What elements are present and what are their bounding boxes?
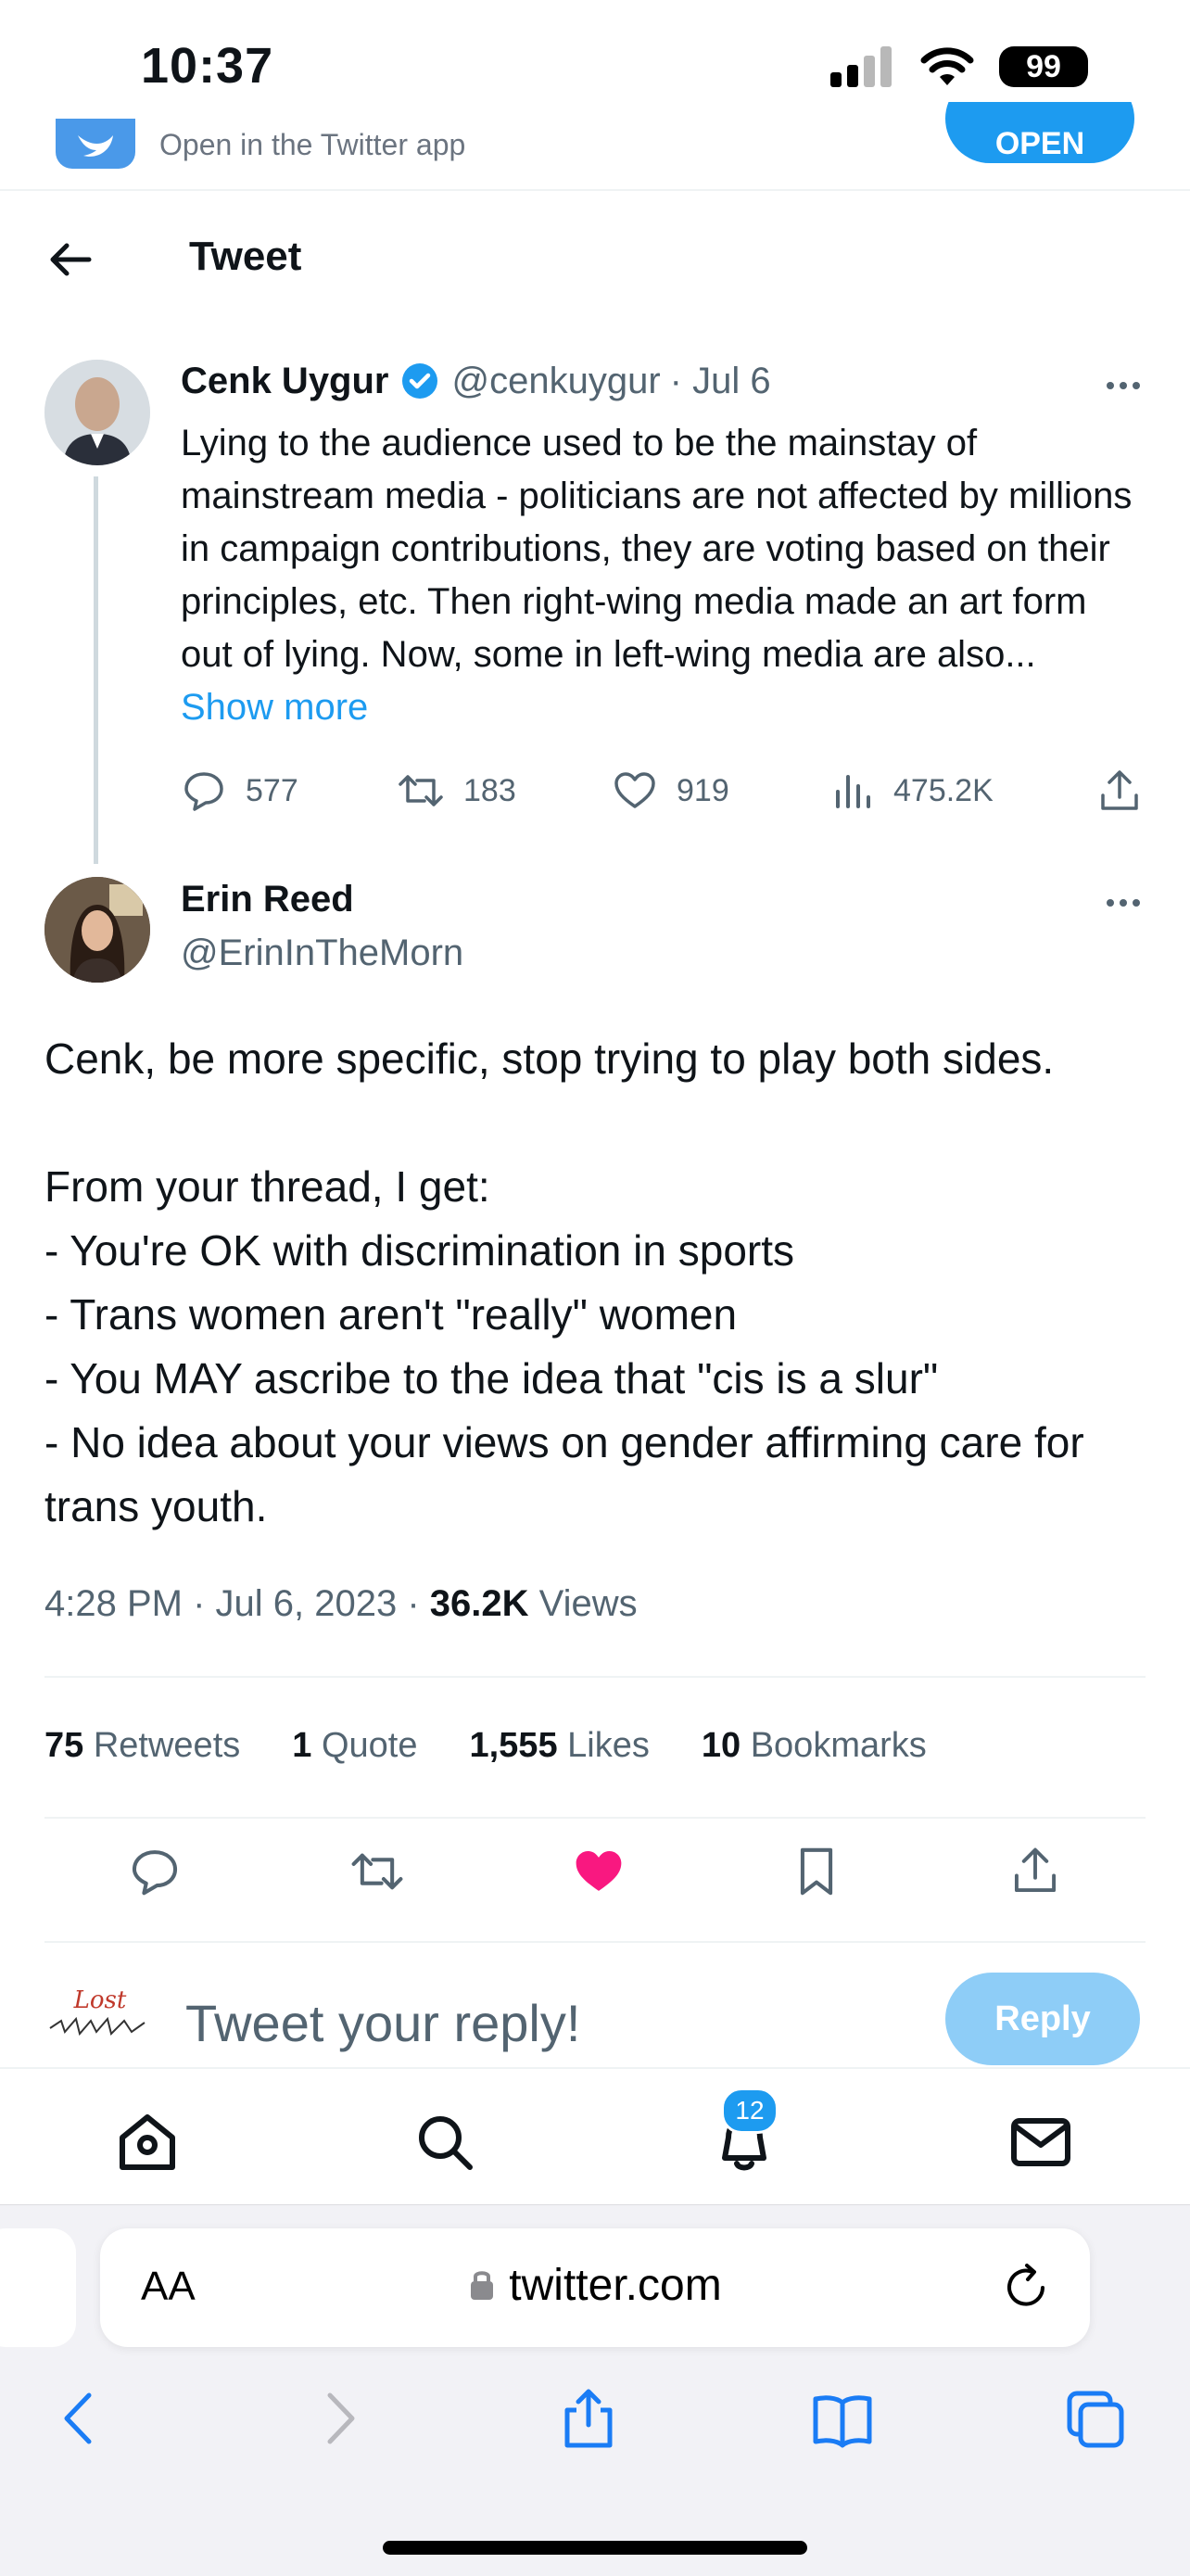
parent-tweet-header: Cenk Uygur @cenkuygur · Jul 6 bbox=[181, 360, 771, 402]
share-icon[interactable] bbox=[1095, 768, 1144, 816]
author-handle[interactable]: @cenkuygur bbox=[452, 361, 661, 402]
reply-user-avatar: Lost bbox=[43, 1980, 154, 2054]
engagement-stats: 75 Retweets 1 Quote 1,555 Likes 10 Bookm… bbox=[44, 1726, 927, 1766]
likes-label: Likes bbox=[567, 1726, 650, 1765]
bookmarks-count: 10 bbox=[701, 1726, 741, 1765]
forward-chevron-icon[interactable] bbox=[306, 2386, 371, 2451]
address-bar[interactable]: AA twitter.com bbox=[100, 2228, 1090, 2347]
back-chevron-icon[interactable] bbox=[48, 2386, 113, 2451]
reload-icon[interactable] bbox=[999, 2260, 1053, 2314]
tweet-line: - No idea about your views on gender aff… bbox=[44, 1418, 1084, 1530]
bottom-tab-bar: 12 bbox=[0, 2067, 1190, 2206]
main-tweet-text: Cenk, be more specific, stop trying to p… bbox=[44, 1027, 1157, 1539]
retweet-count: 183 bbox=[463, 772, 516, 808]
wifi-icon bbox=[920, 47, 974, 85]
divider bbox=[44, 1676, 1146, 1678]
retweet-icon bbox=[399, 775, 443, 806]
analytics-icon bbox=[836, 775, 870, 808]
reply-icon bbox=[184, 772, 223, 811]
previous-tab-card[interactable] bbox=[0, 2228, 76, 2347]
tabs-overview-icon[interactable] bbox=[1062, 2386, 1127, 2451]
verified-badge-icon bbox=[401, 363, 437, 399]
share-icon[interactable] bbox=[1008, 1845, 1062, 1898]
retweet-action[interactable]: 183 bbox=[397, 768, 516, 814]
tweet-body: Lying to the audience used to be the mai… bbox=[181, 423, 1133, 675]
avatar-cenk-uygur[interactable] bbox=[44, 360, 150, 465]
quotes-label: Quote bbox=[321, 1726, 418, 1765]
retweets-label: Retweets bbox=[93, 1726, 241, 1765]
retweets-stat[interactable]: 75 Retweets bbox=[44, 1726, 240, 1766]
tweet-line: - You MAY ascribe to the idea that "cis … bbox=[44, 1354, 939, 1402]
tweet-line bbox=[44, 1091, 1157, 1155]
author-name[interactable]: Erin Reed bbox=[181, 879, 354, 920]
divider bbox=[44, 1817, 1146, 1819]
like-action[interactable]: 919 bbox=[612, 768, 729, 814]
heart-icon bbox=[614, 772, 655, 808]
views-count: 475.2K bbox=[893, 772, 994, 808]
reply-icon[interactable] bbox=[128, 1845, 182, 1898]
url-display[interactable]: twitter.com bbox=[100, 2260, 1090, 2311]
notification-badge: 12 bbox=[721, 2087, 779, 2134]
parent-tweet-text: Lying to the audience used to be the mai… bbox=[181, 417, 1135, 734]
reply-count: 577 bbox=[246, 772, 298, 808]
share-sheet-icon[interactable] bbox=[556, 2386, 621, 2451]
open-in-app-banner[interactable]: Open in the Twitter app OPEN bbox=[0, 102, 1190, 191]
open-in-app-text: Open in the Twitter app bbox=[159, 128, 466, 161]
lock-icon bbox=[471, 2271, 494, 2300]
battery-indicator: 99 bbox=[999, 46, 1088, 87]
tweet-line: - You're OK with discrimination in sport… bbox=[44, 1226, 795, 1275]
messages-envelope-icon[interactable] bbox=[1008, 2110, 1073, 2175]
likes-stat[interactable]: 1,555 Likes bbox=[469, 1726, 649, 1766]
views-label: Views bbox=[538, 1583, 638, 1624]
tweet-line: Cenk, be more specific, stop trying to p… bbox=[44, 1034, 1055, 1083]
home-indicator bbox=[383, 2541, 807, 2555]
tweet-line: From your thread, I get: bbox=[44, 1162, 490, 1211]
author-handle[interactable]: @ErinInTheMorn bbox=[181, 933, 463, 974]
tweet-timestamp: 4:28 PM · Jul 6, 2023 · 36.2K Views bbox=[44, 1583, 638, 1625]
status-time: 10:37 bbox=[141, 38, 274, 94]
more-options-icon[interactable] bbox=[1101, 881, 1146, 925]
timestamp-text: 4:28 PM · Jul 6, 2023 · bbox=[44, 1583, 420, 1624]
home-icon[interactable] bbox=[115, 2110, 180, 2175]
tweet-line: - Trans women aren't "really" women bbox=[44, 1290, 738, 1339]
likes-count: 1,555 bbox=[469, 1726, 558, 1765]
status-indicators: 99 bbox=[830, 46, 1088, 87]
divider bbox=[44, 1941, 1146, 1943]
avatar-erin-reed[interactable] bbox=[44, 877, 150, 983]
back-arrow-icon[interactable] bbox=[44, 234, 96, 286]
author-name[interactable]: Cenk Uygur bbox=[181, 361, 389, 402]
page-title: Tweet bbox=[189, 234, 302, 279]
more-options-icon[interactable] bbox=[1101, 363, 1146, 408]
reply-button[interactable]: Reply bbox=[945, 1973, 1140, 2065]
quotes-count: 1 bbox=[292, 1726, 312, 1765]
views-action[interactable]: 475.2K bbox=[832, 768, 994, 814]
bookmarks-label: Bookmarks bbox=[750, 1726, 927, 1765]
quotes-stat[interactable]: 1 Quote bbox=[292, 1726, 417, 1766]
search-icon[interactable] bbox=[412, 2110, 477, 2175]
reply-input[interactable]: Tweet your reply! bbox=[185, 1993, 580, 2053]
avatar-lettering: Lost bbox=[73, 1986, 127, 2014]
show-more-link[interactable]: Show more bbox=[181, 687, 368, 728]
bookmarks-book-icon[interactable] bbox=[810, 2386, 875, 2451]
liked-heart-icon[interactable] bbox=[572, 1845, 626, 1898]
like-count: 919 bbox=[677, 772, 729, 808]
open-app-button[interactable]: OPEN bbox=[945, 102, 1134, 163]
bookmarks-stat[interactable]: 10 Bookmarks bbox=[702, 1726, 927, 1766]
bookmark-icon[interactable] bbox=[792, 1845, 841, 1898]
retweets-count: 75 bbox=[44, 1726, 84, 1765]
views-count: 36.2K bbox=[429, 1583, 529, 1624]
url-text: twitter.com bbox=[509, 2261, 722, 2310]
tweet-date: · Jul 6 bbox=[669, 360, 771, 401]
thread-connector-line bbox=[94, 476, 98, 864]
reply-action[interactable]: 577 bbox=[181, 768, 298, 814]
retweet-icon[interactable] bbox=[349, 1845, 405, 1898]
signal-icon bbox=[830, 46, 892, 87]
main-tweet-actions bbox=[44, 1845, 1146, 1898]
twitter-app-icon bbox=[56, 119, 135, 169]
